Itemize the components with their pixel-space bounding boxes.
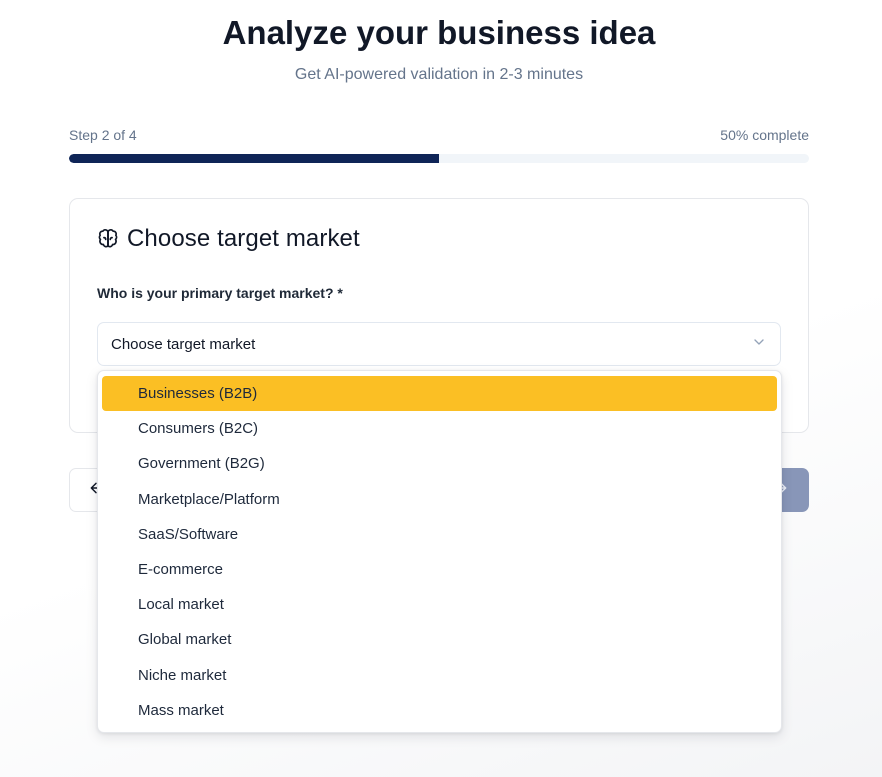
dropdown-option[interactable]: Consumers (B2C) bbox=[102, 411, 777, 446]
progress-bar bbox=[69, 154, 809, 163]
target-market-dropdown: Businesses (B2B) Consumers (B2C) Governmen… bbox=[97, 370, 782, 733]
dropdown-option[interactable]: Global market bbox=[102, 622, 777, 657]
progress-percent: 50% complete bbox=[720, 127, 809, 143]
brain-icon bbox=[97, 228, 119, 250]
card-header: Choose target market bbox=[97, 225, 360, 253]
card-title: Choose target market bbox=[127, 225, 360, 252]
dropdown-option[interactable]: Local market bbox=[102, 587, 777, 622]
dropdown-option[interactable]: Niche market bbox=[102, 658, 777, 693]
dropdown-option[interactable]: Mass market bbox=[102, 693, 777, 728]
step-indicator: Step 2 of 4 bbox=[69, 127, 137, 143]
select-value: Choose target market bbox=[111, 335, 256, 353]
page-subtitle: Get AI-powered validation in 2-3 minutes bbox=[294, 66, 584, 83]
dropdown-option[interactable]: E-commerce bbox=[102, 552, 777, 587]
dropdown-option[interactable]: SaaS/Software bbox=[102, 517, 777, 552]
dropdown-option[interactable]: Businesses (B2B) bbox=[102, 376, 777, 412]
dropdown-option[interactable]: Government (B2G) bbox=[102, 446, 777, 481]
chevron-down-icon bbox=[751, 334, 767, 354]
dropdown-option[interactable]: Marketplace/Platform bbox=[102, 482, 777, 517]
page-title: Analyze your business idea bbox=[222, 14, 656, 51]
target-market-label: Who is your primary target market? * bbox=[97, 285, 343, 301]
target-market-select[interactable]: Choose target market bbox=[97, 322, 781, 366]
progress-bar-fill bbox=[69, 154, 439, 163]
